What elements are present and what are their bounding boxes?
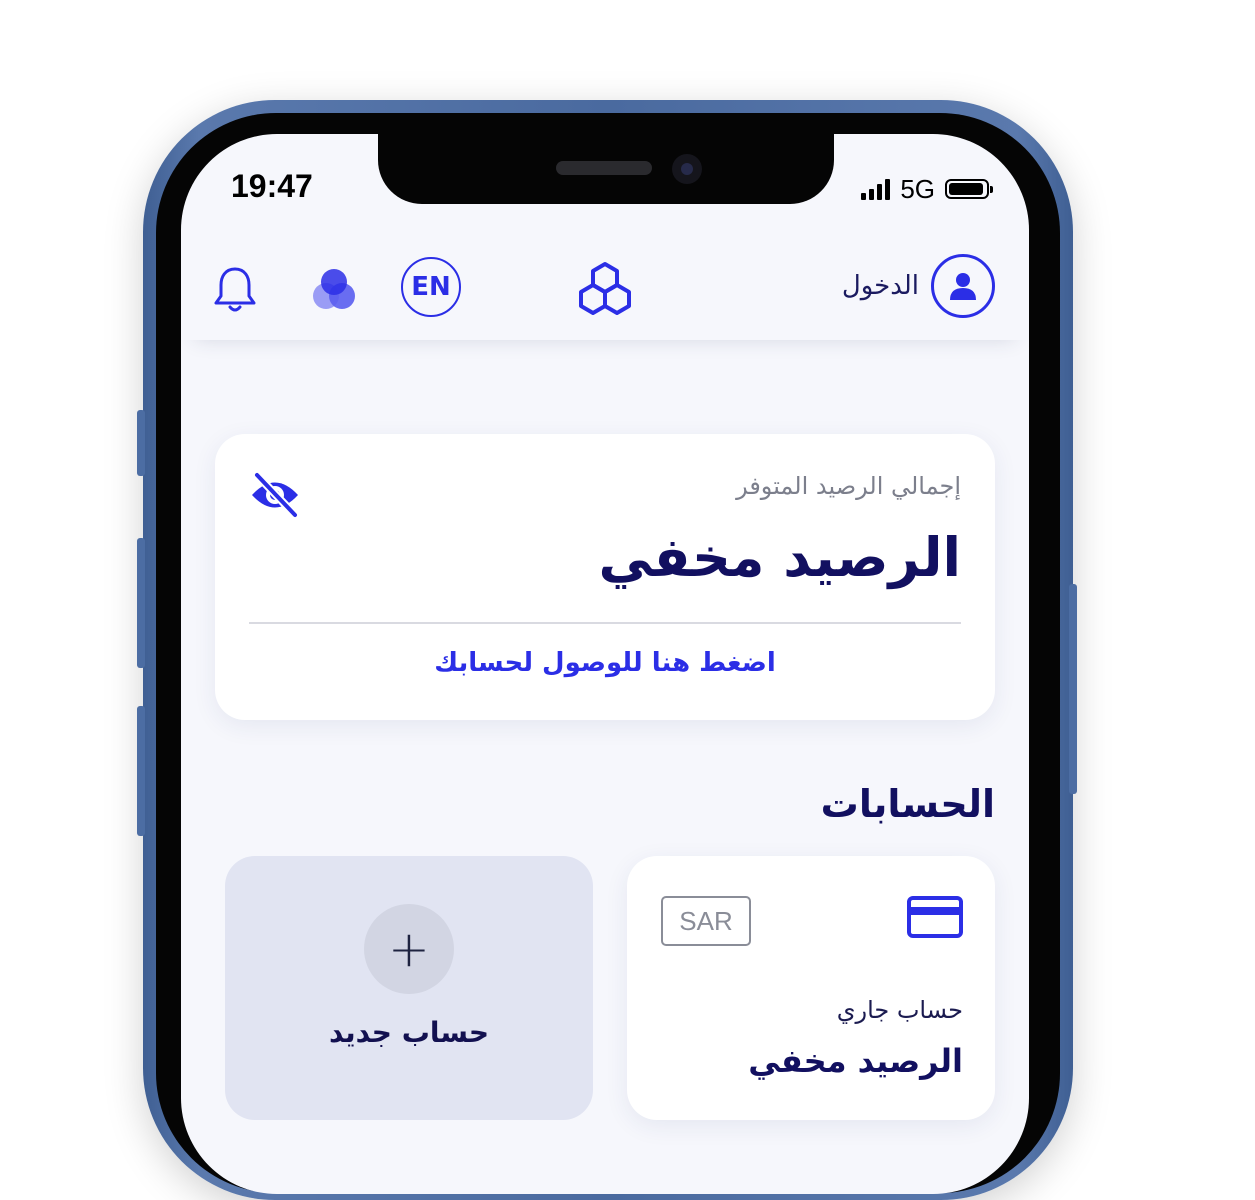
status-time: 19:47 — [231, 168, 313, 204]
plus-icon: + — [364, 904, 454, 994]
account-balance: الرصيد مخفي — [748, 1042, 963, 1080]
credit-card-icon — [907, 896, 963, 942]
phone-volume-up-button — [137, 538, 145, 668]
bell-icon — [214, 267, 256, 312]
status-indicators: 5G — [861, 173, 993, 204]
language-toggle-button[interactable]: EN — [401, 257, 461, 317]
app-screen: 19:47 5G EN الدخول إجمالي الرصيد المتوفر… — [181, 134, 1029, 1194]
signal-bars-icon — [861, 178, 891, 200]
balance-value: الرصيد مخفي — [598, 526, 961, 589]
network-type: 5G — [900, 173, 935, 204]
notifications-button[interactable] — [211, 264, 259, 316]
account-type: حساب جاري — [836, 996, 963, 1024]
logo-hexagon-icon — [579, 262, 631, 315]
avatar — [931, 254, 995, 318]
home-logo[interactable] — [575, 260, 635, 324]
eye-slash-icon — [252, 471, 299, 519]
login-button[interactable]: الدخول — [842, 254, 995, 318]
notch — [378, 134, 834, 204]
battery-icon — [945, 179, 993, 199]
switch-button[interactable] — [309, 266, 359, 314]
phone-power-button — [1069, 584, 1077, 794]
login-label: الدخول — [841, 271, 919, 301]
card-divider — [249, 622, 961, 624]
new-account-label: حساب جديد — [328, 1016, 490, 1049]
toggle-balance-visibility-button[interactable] — [249, 471, 301, 522]
total-balance-label: إجمالي الرصيد المتوفر — [736, 472, 961, 500]
phone-side-button — [137, 410, 145, 476]
user-avatar-icon — [950, 273, 976, 300]
new-account-card[interactable]: + حساب جديد — [225, 856, 593, 1120]
account-card[interactable]: SAR حساب جاري الرصيد مخفي — [627, 856, 995, 1120]
overlapping-circles-icon — [313, 269, 355, 309]
access-account-link[interactable]: اضغط هنا للوصول لحسابك — [215, 648, 995, 678]
front-camera — [672, 154, 702, 184]
currency-badge: SAR — [661, 896, 751, 946]
app-header: EN الدخول — [181, 244, 1029, 340]
balance-card: إجمالي الرصيد المتوفر الرصيد مخفي اضغط ه… — [215, 434, 995, 720]
speaker-grille — [556, 161, 652, 175]
phone-volume-down-button — [137, 706, 145, 836]
accounts-section-title: الحسابات — [820, 782, 995, 826]
